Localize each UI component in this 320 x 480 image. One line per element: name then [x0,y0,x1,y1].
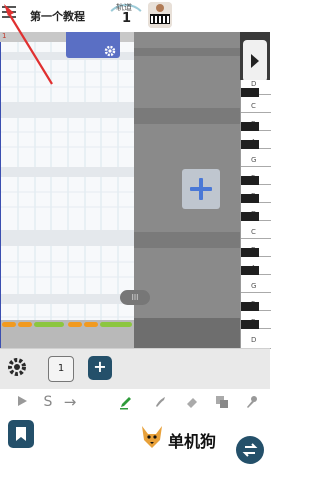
black-key[interactable] [241,122,259,131]
brand-text: 单机狗 [168,432,217,451]
note-grid[interactable] [0,42,136,348]
note[interactable] [84,322,98,327]
plus-icon-stroke [199,178,203,200]
settings-gear-icon[interactable] [6,356,28,378]
key-label: D [251,80,257,88]
scroll-handle[interactable]: lll [120,290,150,305]
piano-keyboard[interactable]: D C B A G F E D C B A G F E D [240,80,271,349]
arrow-right-icon[interactable]: → [62,394,78,410]
note[interactable] [34,322,64,327]
pane-band [134,48,240,56]
pane-band [134,232,240,248]
key-label: G [251,156,257,164]
copy-icon[interactable] [214,394,230,410]
black-key[interactable] [241,212,259,221]
bookmark-button[interactable] [8,420,34,448]
swap-button[interactable] [236,436,264,464]
black-key[interactable] [241,302,259,311]
project-title[interactable]: 第一个教程 [30,8,85,24]
note[interactable] [68,322,82,327]
add-track-button[interactable]: + [88,356,112,380]
black-key[interactable] [241,320,259,329]
play-preview-button[interactable] [243,40,267,82]
brand-logo-icon [138,422,166,452]
pane-band [134,108,240,124]
track-toolbar [0,348,270,389]
ruler-marker-1: 1 [2,32,7,40]
track-counter[interactable]: 1 [48,356,74,382]
note[interactable] [2,322,16,327]
pencil-icon[interactable] [118,394,134,410]
menu-icon[interactable] [2,6,16,18]
note[interactable] [18,322,32,327]
bookmark-icon [16,427,26,441]
pane-band [134,318,240,348]
black-key[interactable] [241,266,259,275]
black-key[interactable] [241,88,259,97]
note[interactable] [100,322,132,327]
eraser-icon[interactable] [184,394,200,410]
shuffle-icon[interactable]: S [40,394,56,410]
play-icon[interactable] [14,394,30,410]
key-label: C [251,228,256,236]
swap-icon [242,443,258,457]
black-key[interactable] [241,176,259,185]
grid-lines [1,42,135,348]
key-label: C [251,102,256,110]
key-label: D [251,336,257,344]
black-key[interactable] [241,140,259,149]
brush-icon[interactable] [152,394,168,410]
track-number[interactable]: 1 [122,11,131,26]
key-label: G [251,282,257,290]
black-key[interactable] [241,248,259,257]
gear-icon[interactable] [104,42,116,57]
tool-icon[interactable] [244,394,260,410]
black-key[interactable] [241,194,259,203]
instrument-avatar[interactable] [148,2,172,28]
add-measure-button[interactable] [182,169,220,209]
